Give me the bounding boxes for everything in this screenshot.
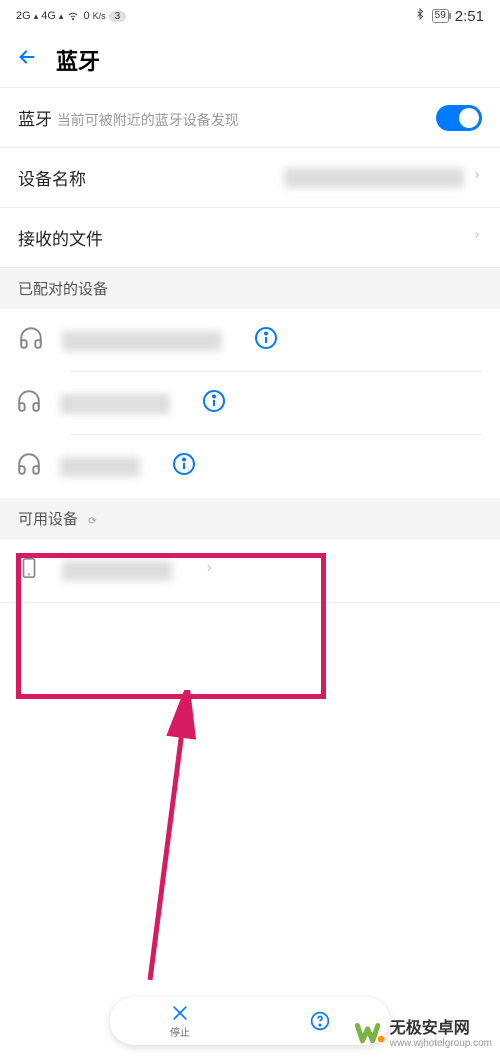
- stop-label: 停止: [170, 1024, 190, 1039]
- battery-indicator: 59: [432, 9, 449, 23]
- phone-icon: [18, 555, 46, 586]
- headphones-icon: [16, 451, 44, 482]
- page-header: 蓝牙: [0, 32, 500, 88]
- paired-device-row[interactable]: [0, 309, 500, 372]
- signal-4g: 4G: [41, 10, 56, 22]
- paired-device-row[interactable]: [0, 435, 500, 498]
- watermark-url: www.wjhotelgroup.com: [390, 1038, 492, 1049]
- device-name-label: 设备名称: [18, 165, 86, 190]
- signal-2g: 2G: [16, 10, 31, 22]
- paired-device-row[interactable]: [0, 372, 500, 435]
- chevron-right-icon: [204, 560, 214, 581]
- headphones-icon: [18, 325, 46, 356]
- info-icon[interactable]: [172, 452, 196, 481]
- available-devices-header: 可用设备 ⟳: [0, 498, 500, 539]
- clock: 2:51: [455, 8, 484, 25]
- paired-devices-header: 已配对的设备: [0, 268, 500, 309]
- watermark-brand: 无极安卓网: [390, 1014, 492, 1038]
- headphones-icon: [16, 388, 44, 419]
- page-title: 蓝牙: [56, 44, 100, 76]
- status-left: 2G ▴ 4G ▴ 0 K/s 3: [16, 8, 126, 25]
- stop-button[interactable]: 停止: [170, 1003, 190, 1039]
- help-button[interactable]: [310, 1011, 330, 1032]
- status-right: 59 2:51: [414, 7, 484, 25]
- bottom-action-bar: 停止: [110, 997, 390, 1045]
- tutorial-arrow: [110, 690, 230, 990]
- available-device-name: [62, 561, 172, 581]
- network-speed-unit: K/s: [93, 11, 106, 21]
- bluetooth-label: 蓝牙: [18, 110, 52, 129]
- network-speed-value: 0: [83, 10, 89, 22]
- bluetooth-status-icon: [414, 7, 426, 25]
- watermark: 无极安卓网 www.wjhotelgroup.com: [354, 1014, 492, 1049]
- device-name-value: [284, 168, 464, 188]
- wifi-icon: [66, 8, 80, 25]
- chevron-right-icon: [472, 227, 482, 248]
- scanning-spinner-icon: ⟳: [88, 516, 96, 527]
- status-bar: 2G ▴ 4G ▴ 0 K/s 3 59 2:51: [0, 0, 500, 32]
- paired-device-name: [60, 457, 140, 477]
- info-icon[interactable]: [254, 326, 278, 355]
- device-name-row[interactable]: 设备名称: [0, 148, 500, 208]
- available-device-row[interactable]: [0, 539, 500, 603]
- paired-device-name: [60, 394, 170, 414]
- received-files-row[interactable]: 接收的文件: [0, 208, 500, 268]
- back-button[interactable]: [16, 46, 38, 73]
- notification-count-badge: 3: [109, 11, 127, 22]
- bluetooth-switch[interactable]: [436, 105, 482, 131]
- bluetooth-sub: 当前可被附近的蓝牙设备发现: [57, 112, 239, 128]
- info-icon[interactable]: [202, 389, 226, 418]
- paired-device-name: [62, 331, 222, 351]
- bluetooth-toggle-row[interactable]: 蓝牙 当前可被附近的蓝牙设备发现: [0, 88, 500, 148]
- chevron-right-icon: [472, 167, 482, 188]
- received-files-label: 接收的文件: [18, 225, 103, 250]
- watermark-logo-icon: [354, 1017, 384, 1047]
